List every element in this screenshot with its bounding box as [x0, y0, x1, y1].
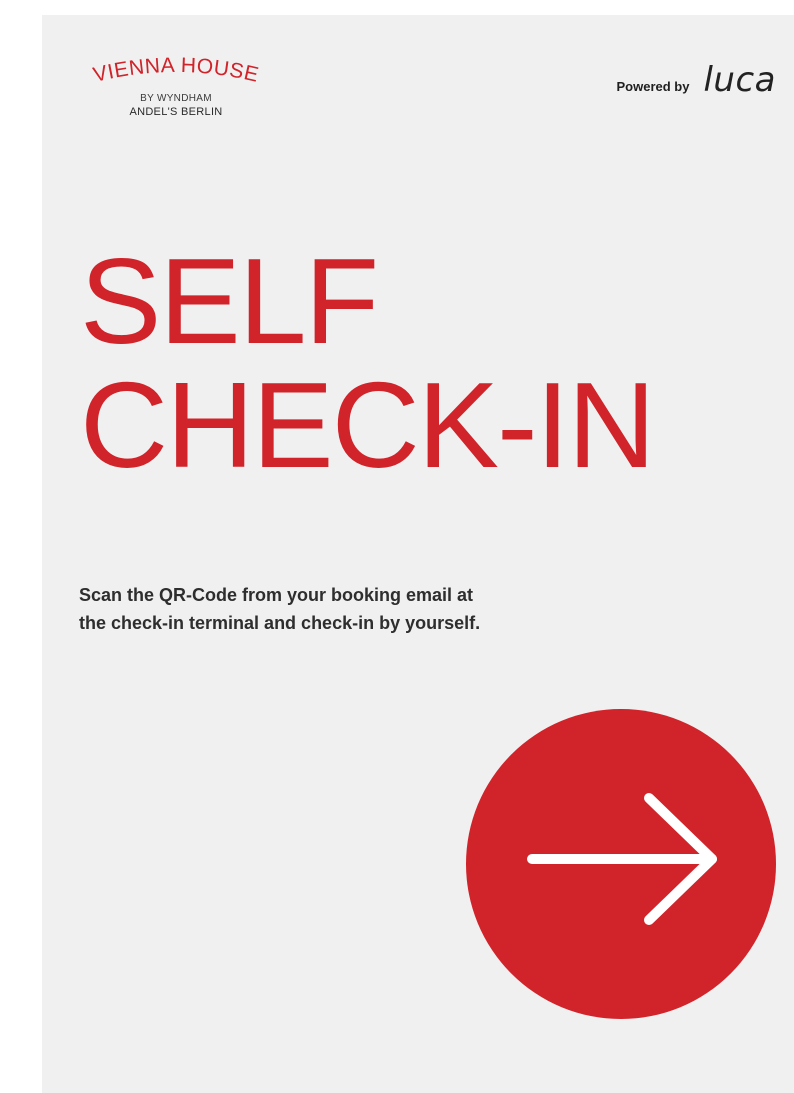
instructions-line-1: Scan the QR-Code from your booking email…	[79, 585, 474, 605]
hotel-logo: VIENNA HOUSE BY WYNDHAM ANDEL'S BERLIN	[76, 51, 276, 123]
powered-by-label: Powered by	[616, 79, 690, 94]
luca-logo: luca	[703, 60, 776, 100]
svg-text:VIENNA HOUSE: VIENNA HOUSE	[91, 54, 261, 87]
brand-location: ANDEL'S BERLIN	[129, 106, 223, 118]
self-checkin-poster: VIENNA HOUSE BY WYNDHAM ANDEL'S BERLIN P…	[42, 15, 794, 1093]
page-title: SELF CHECK-IN	[80, 233, 656, 493]
title-line-1: SELF	[80, 233, 379, 369]
title-line-2: CHECK-IN	[80, 357, 656, 493]
brand-name: VIENNA HOUSE	[91, 54, 260, 87]
powered-by: Powered by luca	[617, 63, 777, 97]
proceed-button[interactable]	[466, 709, 776, 1019]
brand-subtitle: BY WYNDHAM	[140, 93, 212, 104]
arrow-right-icon	[527, 793, 717, 925]
instructions-text: Scan the QR-Code from your booking email…	[79, 581, 599, 637]
vienna-house-wordmark: VIENNA HOUSE	[91, 54, 261, 87]
instructions-line-2: the check-in terminal and check-in by yo…	[79, 613, 481, 633]
